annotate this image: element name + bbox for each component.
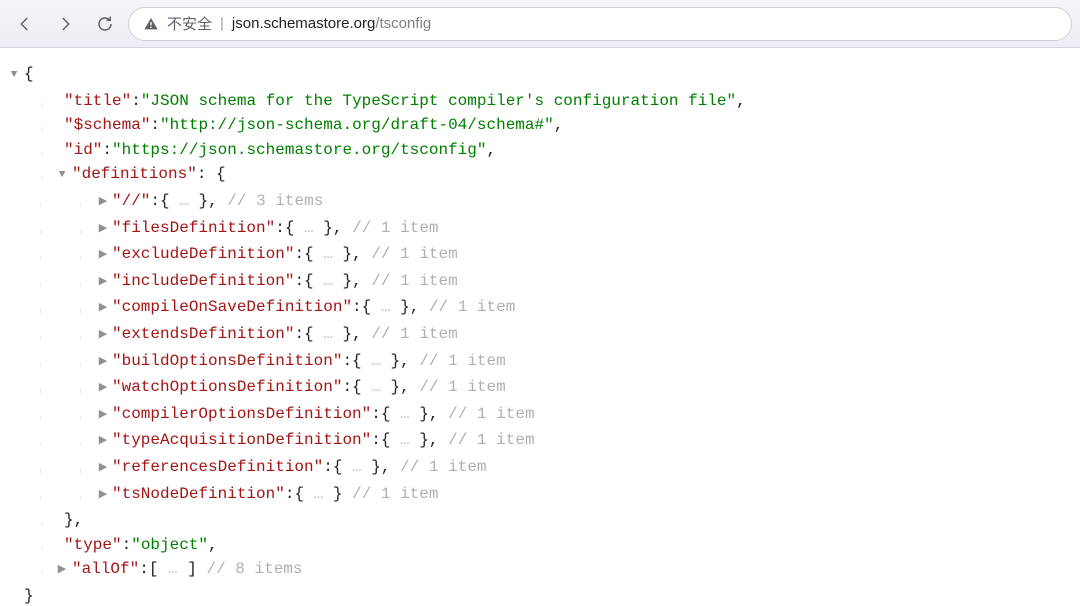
root-close: }	[4, 584, 1070, 606]
definition-item: ▶"tsNodeDefinition": { … } // 1 item	[4, 482, 1070, 509]
definition-item: ▶"typeAcquisitionDefinition": { … }, // …	[4, 428, 1070, 455]
definition-key: "typeAcquisitionDefinition"	[112, 428, 371, 453]
item-count-comment: // 1 item	[371, 269, 457, 294]
insecure-label: 不安全	[167, 13, 212, 34]
toggle-definition-item[interactable]: ▶	[99, 376, 107, 401]
toggle-definition-item[interactable]: ▶	[99, 296, 107, 321]
collapsed-object[interactable]: { … }	[333, 455, 381, 480]
definition-key: "extendsDefinition"	[112, 322, 294, 347]
toggle-definition-item[interactable]: ▶	[99, 217, 107, 242]
toggle-definition-item[interactable]: ▶	[99, 270, 107, 295]
collapsed-object[interactable]: { … }	[294, 482, 342, 507]
item-count-comment: // 3 items	[227, 189, 323, 214]
definition-key: "referencesDefinition"	[112, 455, 323, 480]
toggle-definition-item[interactable]: ▶	[99, 323, 107, 348]
collapsed-object[interactable]: { … }	[381, 428, 429, 453]
toggle-definition-item[interactable]: ▶	[99, 190, 107, 215]
browser-toolbar: 不安全 | json.schemastore.org/tsconfig	[0, 0, 1080, 48]
root-open: ▼ {	[4, 62, 1070, 89]
item-count-comment: // 1 item	[429, 295, 515, 320]
toggle-definition-item[interactable]: ▶	[99, 403, 107, 428]
prop-id: "id": "https://json.schemastore.org/tsco…	[4, 138, 1070, 163]
prop-definitions: ▼ "definitions": {	[4, 162, 1070, 189]
prop-schema: "$schema": "http://json-schema.org/draft…	[4, 113, 1070, 138]
definition-item: ▶"buildOptionsDefinition": { … }, // 1 i…	[4, 349, 1070, 376]
toggle-root[interactable]: ▼	[11, 63, 18, 88]
item-count-comment: // 1 item	[448, 402, 534, 427]
item-count-comment: // 1 item	[400, 455, 486, 480]
collapsed-object[interactable]: { … }	[304, 322, 352, 347]
json-viewer: ▼ { "title": "JSON schema for the TypeSc…	[0, 48, 1080, 606]
toggle-definition-item[interactable]: ▶	[99, 429, 107, 454]
item-count-comment: // 1 item	[419, 375, 505, 400]
definition-item: ▶"watchOptionsDefinition": { … }, // 1 i…	[4, 375, 1070, 402]
collapsed-object[interactable]: { … }	[352, 349, 400, 374]
toggle-definition-item[interactable]: ▶	[99, 350, 107, 375]
collapsed-object[interactable]: { … }	[362, 295, 410, 320]
definition-item: ▶"//": { … }, // 3 items	[4, 189, 1070, 216]
definition-key: "compilerOptionsDefinition"	[112, 402, 371, 427]
toggle-definition-item[interactable]: ▶	[99, 243, 107, 268]
arrow-right-icon	[56, 15, 74, 33]
definition-item: ▶"compilerOptionsDefinition": { … }, // …	[4, 402, 1070, 429]
definition-item: ▶"includeDefinition": { … }, // 1 item	[4, 269, 1070, 296]
definition-item: ▶"referencesDefinition": { … }, // 1 ite…	[4, 455, 1070, 482]
collapsed-object[interactable]: { … }	[160, 189, 208, 214]
definition-key: "//"	[112, 189, 150, 214]
collapsed-object[interactable]: { … }	[352, 375, 400, 400]
item-count-comment: // 1 item	[419, 349, 505, 374]
definitions-close: },	[4, 508, 1070, 533]
definition-key: "tsNodeDefinition"	[112, 482, 285, 507]
forward-button[interactable]	[48, 7, 82, 41]
definition-key: "filesDefinition"	[112, 216, 275, 241]
collapsed-object[interactable]: { … }	[381, 402, 429, 427]
address-bar[interactable]: 不安全 | json.schemastore.org/tsconfig	[128, 7, 1072, 41]
reload-icon	[96, 15, 114, 33]
prop-type: "type": "object",	[4, 533, 1070, 558]
toggle-definition-item[interactable]: ▶	[99, 483, 107, 508]
reload-button[interactable]	[88, 7, 122, 41]
separator: |	[220, 15, 224, 32]
arrow-left-icon	[16, 15, 34, 33]
item-count-comment: // 1 item	[352, 216, 438, 241]
warning-icon	[143, 16, 159, 32]
toggle-definition-item[interactable]: ▶	[99, 456, 107, 481]
definition-item: ▶"compileOnSaveDefinition": { … }, // 1 …	[4, 295, 1070, 322]
toggle-all-of[interactable]: ▶	[58, 558, 66, 583]
collapsed-object[interactable]: { … }	[304, 242, 352, 267]
definition-key: "excludeDefinition"	[112, 242, 294, 267]
item-count-comment: // 1 item	[352, 482, 438, 507]
prop-all-of: ▶ "allOf": [ … ] // 8 items	[4, 557, 1070, 584]
definition-key: "watchOptionsDefinition"	[112, 375, 342, 400]
definition-item: ▶"filesDefinition": { … }, // 1 item	[4, 216, 1070, 243]
toggle-definitions[interactable]: ▼	[59, 163, 66, 188]
collapsed-object[interactable]: { … }	[285, 216, 333, 241]
url-text: json.schemastore.org/tsconfig	[232, 15, 431, 32]
collapsed-array[interactable]: [ … ]	[149, 557, 197, 582]
prop-title: "title": "JSON schema for the TypeScript…	[4, 89, 1070, 114]
item-count-comment: // 1 item	[371, 322, 457, 347]
definition-key: "compileOnSaveDefinition"	[112, 295, 352, 320]
collapsed-object[interactable]: { … }	[304, 269, 352, 294]
definition-item: ▶"extendsDefinition": { … }, // 1 item	[4, 322, 1070, 349]
definition-item: ▶"excludeDefinition": { … }, // 1 item	[4, 242, 1070, 269]
definition-key: "includeDefinition"	[112, 269, 294, 294]
item-count-comment: // 1 item	[371, 242, 457, 267]
definition-key: "buildOptionsDefinition"	[112, 349, 342, 374]
back-button[interactable]	[8, 7, 42, 41]
item-count-comment: // 1 item	[448, 428, 534, 453]
